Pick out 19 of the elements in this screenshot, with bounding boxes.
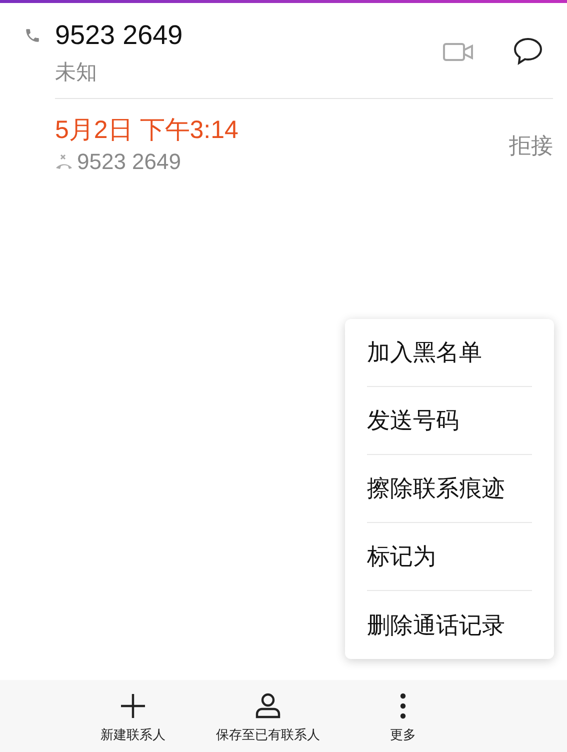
- call-time: 5月2日 下午3:14: [55, 115, 240, 146]
- menu-item[interactable]: 擦除联系痕迹: [367, 455, 532, 523]
- toolbar-button[interactable]: 更多: [353, 680, 453, 752]
- menu-item[interactable]: 标记为: [367, 523, 532, 591]
- toolbar-button[interactable]: 保存至已有联系人: [183, 680, 353, 752]
- phone-number: 9523 2649: [55, 19, 184, 52]
- menu-item[interactable]: 删除通话记录: [367, 591, 532, 659]
- person-icon: [255, 692, 281, 718]
- call-number: 9523 2649: [77, 148, 181, 176]
- menu-item[interactable]: 加入黑名单: [367, 319, 532, 387]
- toolbar-button[interactable]: 新建联系人: [83, 680, 183, 752]
- add-icon: [120, 692, 146, 718]
- message-icon[interactable]: [513, 37, 543, 65]
- phone-icon: [24, 27, 41, 44]
- missed-call-icon: [55, 154, 73, 170]
- menu-item[interactable]: 发送号码: [367, 387, 532, 455]
- more-icon: [400, 692, 406, 718]
- contact-label: 未知: [55, 60, 98, 86]
- call-status: 拒接: [509, 132, 553, 160]
